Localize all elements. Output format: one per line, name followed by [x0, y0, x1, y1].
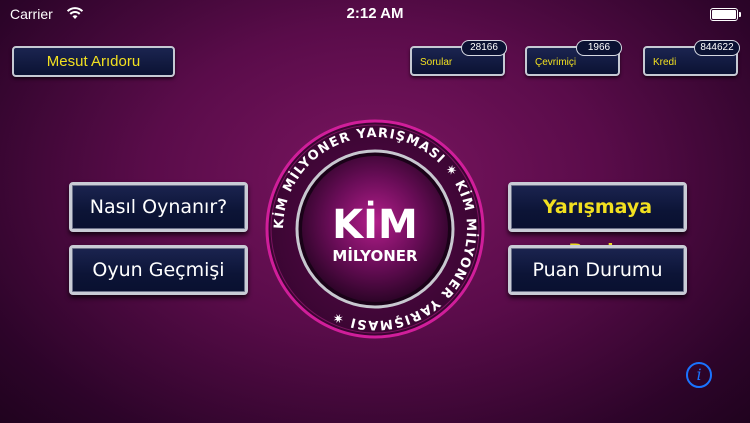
stat-questions-label: Sorular	[420, 57, 453, 68]
stat-questions-value: 28166	[461, 40, 507, 56]
info-icon[interactable]: i	[686, 362, 712, 388]
stat-credit-value: 844622	[694, 40, 740, 56]
user-name-box[interactable]: Mesut Arıdoru	[12, 46, 175, 77]
scores-button[interactable]: Puan Durumu	[508, 245, 687, 295]
clock: 2:12 AM	[346, 5, 404, 22]
kim-milyoner-logo: KİM MİLYONER YARIŞMASI ✷ KİM MİLYONER YA…	[265, 119, 485, 339]
how-to-play-button[interactable]: Nasıl Oynanır?	[69, 182, 248, 232]
battery-icon	[710, 8, 741, 21]
stat-online-label: Çevrimiçi	[535, 57, 577, 68]
logo-subtitle: MİLYONER	[332, 246, 418, 265]
stat-online-value: 1966	[576, 40, 622, 56]
stat-questions[interactable]: Sorular 28166	[410, 40, 507, 76]
user-name: Mesut Arıdoru	[46, 53, 141, 70]
stat-credit-label: Kredi	[653, 57, 677, 68]
stat-credit[interactable]: Kredi 844622	[643, 40, 740, 76]
status-bar: Carrier 2:12 AM	[0, 0, 750, 28]
stat-online[interactable]: Çevrimiçi 1966	[525, 40, 622, 76]
game-history-button[interactable]: Oyun Geçmişi	[69, 245, 248, 295]
logo-title: KİM	[332, 200, 418, 248]
start-game-button[interactable]: Yarışmaya Başla	[508, 182, 687, 262]
